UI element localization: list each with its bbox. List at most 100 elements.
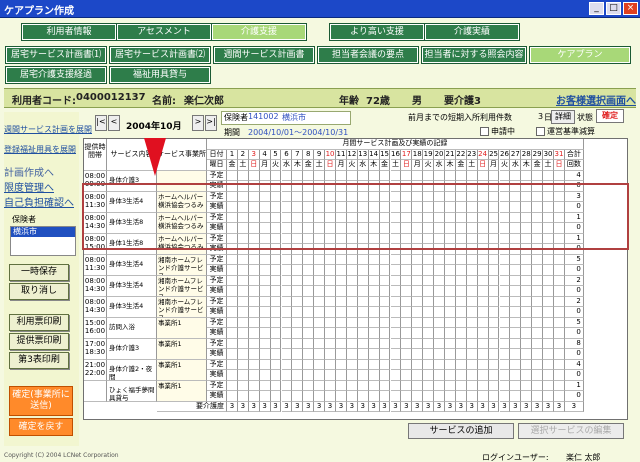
actual-day-cell [445, 328, 456, 339]
actual-day-cell [292, 307, 304, 318]
reduction-checkbox[interactable]: 運営基準減算 [536, 126, 595, 137]
plan-day-cell [390, 255, 402, 265]
last-month-button[interactable]: >| [205, 115, 217, 131]
sidebar-link-plan[interactable]: 計画作成へ [4, 164, 54, 179]
sidebar-link-weekly[interactable]: 週間サービス計画を展開 [4, 124, 92, 135]
tab-inquiry[interactable]: 担当者に対する照会内容 [421, 46, 527, 64]
tab-care-support[interactable]: 介護支援 [211, 23, 307, 41]
temp-save-button[interactable]: 一時保存 [9, 264, 69, 281]
actual-label: 実績 [207, 349, 227, 360]
actual-day-cell [423, 265, 435, 276]
actual-day-cell [325, 328, 336, 339]
plan-day-cell [488, 171, 500, 181]
plan-day-cell [477, 276, 489, 286]
plan-day-cell [248, 276, 260, 286]
plan-day-cell [510, 297, 522, 307]
plan-day-cell [466, 276, 478, 286]
actual-day-cell [401, 391, 413, 402]
tab-support-progress[interactable]: 居宅介護支援経過 [5, 66, 107, 84]
actual-day-cell [445, 286, 456, 297]
plan-label: 予定 [207, 381, 227, 391]
weekday: 金 [455, 160, 467, 171]
actual-day-cell [390, 370, 402, 381]
actual-day-cell [303, 349, 315, 360]
plan-day-cell [488, 360, 500, 370]
plan-label: 予定 [207, 318, 227, 328]
plan-day-cell [554, 318, 565, 328]
prev-month-button[interactable]: < [108, 115, 120, 131]
actual-day-cell [368, 328, 380, 339]
care-level-cell: 3 [227, 402, 238, 412]
plan-day-cell [227, 339, 238, 349]
print-provision-button[interactable]: 提供票印刷 [9, 333, 69, 350]
tab-welfare-rental[interactable]: 福祉用具貸与 [109, 66, 211, 84]
insurer-list-item[interactable]: 横浜市 [11, 227, 75, 237]
sidebar-link-welfare[interactable]: 登録福祉用具を展開 [4, 144, 76, 155]
insurer-listbox[interactable]: 横浜市 [10, 226, 76, 256]
plan-day-cell [532, 318, 544, 328]
plan-day-cell [412, 381, 424, 391]
tab-care-results[interactable]: 介護実績 [424, 23, 520, 41]
actual-day-cell [325, 265, 336, 276]
plan-day-cell [237, 276, 249, 286]
actual-day-cell [445, 307, 456, 318]
sidebar-link-limit[interactable]: 限度管理へ [4, 179, 54, 194]
edit-service-button[interactable]: 選択サービスの編集 [518, 423, 624, 439]
tab-user-info[interactable]: 利用者情報 [21, 23, 117, 41]
copyright: Copyright (C) 2004 LCNet Corporation [4, 452, 119, 459]
first-month-button[interactable]: |< [95, 115, 107, 131]
confirm-send-button[interactable]: 確定(事業所に送信) [9, 386, 73, 416]
tab-plan-2[interactable]: 居宅サービス計画書⑵ [109, 46, 211, 64]
plan-day-cell [499, 255, 511, 265]
client-select-link[interactable]: お客様選択画面へ [556, 92, 636, 107]
actual-day-cell [445, 265, 456, 276]
plan-label: 予定 [207, 360, 227, 370]
maximize-icon[interactable]: □ [606, 2, 621, 15]
tab-meeting-points[interactable]: 担当者会議の要点 [317, 46, 419, 64]
revert-confirm-button[interactable]: 確定を戻す [9, 418, 73, 436]
actual-day-cell [521, 286, 533, 297]
tab-assessment[interactable]: アセスメント [116, 23, 212, 41]
service-cell: 訪問入浴 [107, 318, 157, 339]
plan-day-cell [434, 297, 445, 307]
plan-day-cell [499, 339, 511, 349]
tab-care-plan[interactable]: ケアプラン [529, 46, 631, 64]
close-icon[interactable]: × [623, 2, 638, 15]
next-month-button[interactable]: > [192, 115, 204, 131]
actual-day-cell [488, 265, 500, 276]
applying-checkbox[interactable]: 申請中 [480, 126, 515, 137]
actual-day-cell [368, 286, 380, 297]
plan-day-cell [292, 339, 304, 349]
detail-button[interactable]: 詳細 [551, 110, 575, 124]
actual-label: 実績 [207, 265, 227, 276]
plan-total: 5 [564, 255, 584, 265]
actual-day-cell [281, 265, 293, 276]
actual-day-cell [466, 328, 478, 339]
day-number: 15 [379, 150, 391, 160]
tab-higher-support[interactable]: より高い支援 [329, 23, 425, 41]
login-user: 楽仁 太郎 [566, 453, 601, 462]
actual-day-cell [336, 286, 347, 297]
tab-weekly-plan[interactable]: 週間サービス計画書 [213, 46, 315, 64]
plan-day-cell [248, 360, 260, 370]
time-start: 17:00 [84, 340, 106, 348]
weekday: 木 [292, 160, 304, 171]
print-usage-button[interactable]: 利用票印刷 [9, 314, 69, 331]
actual-day-cell [466, 265, 478, 276]
actual-day-cell [510, 328, 522, 339]
plan-day-cell [532, 276, 544, 286]
sidebar-link-copay[interactable]: 自己負担確認へ [4, 194, 74, 209]
plan-day-cell [434, 339, 445, 349]
plan-day-cell [357, 255, 369, 265]
plan-day-cell [455, 381, 467, 391]
add-service-button[interactable]: サービスの追加 [408, 423, 514, 439]
plan-day-cell [368, 360, 380, 370]
print-table3-button[interactable]: 第3表印刷 [9, 352, 69, 369]
plan-day-cell [499, 381, 511, 391]
plan-day-cell [325, 276, 336, 286]
plan-day-cell [368, 297, 380, 307]
cancel-button[interactable]: 取り消し [9, 283, 69, 300]
tab-plan-1[interactable]: 居宅サービス計画書⑴ [5, 46, 107, 64]
minimize-icon[interactable]: _ [589, 2, 604, 15]
plan-day-cell [379, 318, 391, 328]
